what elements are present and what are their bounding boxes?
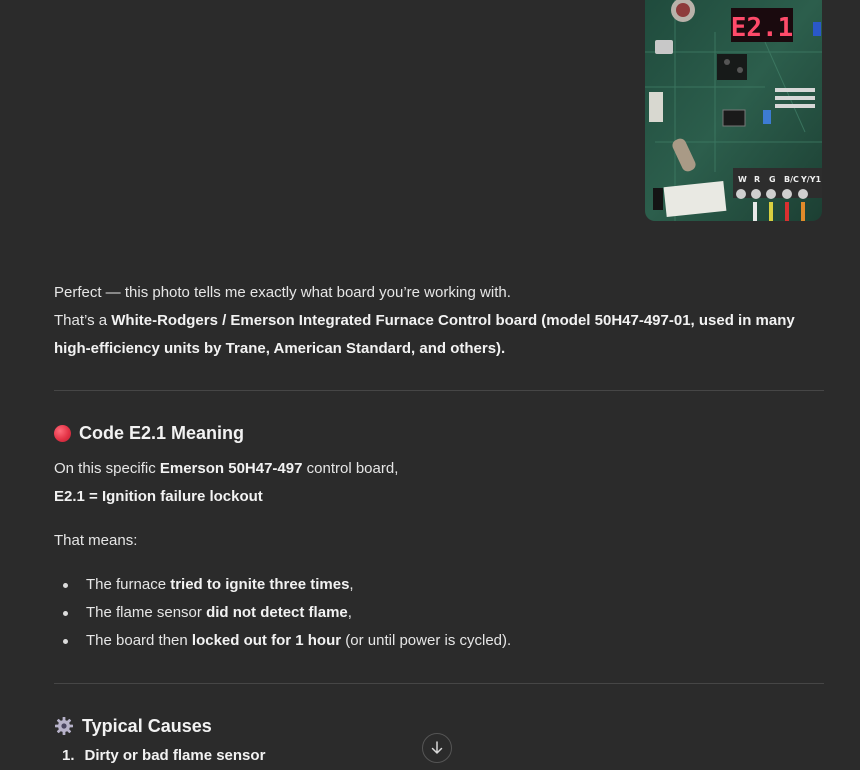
bullet-text: , bbox=[349, 576, 354, 593]
list-item: The furnace tried to ignite three times, bbox=[54, 571, 824, 599]
red-circle-icon bbox=[54, 424, 71, 442]
code-line: E2.1 = Ignition failure lockout bbox=[54, 483, 824, 511]
code-line-text: E2.1 = Ignition failure lockout bbox=[54, 488, 263, 505]
board-line-model: Emerson 50H47-497 bbox=[159, 460, 303, 477]
intro-line-2: That’s a White-Rodgers / Emerson Integra… bbox=[54, 307, 824, 363]
board-line-prefix: On this specific bbox=[54, 460, 160, 477]
board-display-code: E2.1 bbox=[731, 13, 794, 43]
bullet-text: The flame sensor bbox=[86, 604, 207, 621]
scroll-to-bottom-button[interactable] bbox=[422, 733, 452, 763]
arrow-down-icon bbox=[431, 741, 443, 754]
terminal-label: G bbox=[769, 175, 776, 184]
bullet-text: , bbox=[347, 604, 352, 621]
cause-text: Dirty or bad flame sensor bbox=[84, 747, 266, 764]
bullet-bold: locked out for 1 hour bbox=[191, 632, 342, 649]
assistant-message: Perfect — this photo tells me exactly wh… bbox=[54, 279, 824, 768]
terminal-label: W bbox=[738, 175, 747, 184]
list-item: The flame sensor did not detect flame, bbox=[54, 599, 824, 627]
bullet-bold: did not detect flame bbox=[206, 604, 348, 621]
that-means-text: That means: bbox=[54, 532, 138, 549]
board-line-suffix: control board, bbox=[302, 460, 399, 477]
section-heading-text: Code E2.1 Meaning bbox=[79, 423, 245, 443]
chat-page: E2.1 W R G B/C Y/Y1 Perfect — this photo… bbox=[0, 0, 860, 770]
meaning-bullet-list: The furnace tried to ignite three times,… bbox=[54, 571, 824, 655]
board-line: On this specific Emerson 50H47-497 contr… bbox=[54, 455, 824, 483]
section-heading-code-meaning: Code E2.1 Meaning bbox=[54, 419, 824, 447]
bullet-text: (or until power is cycled). bbox=[341, 632, 512, 649]
terminal-label: R bbox=[754, 175, 760, 184]
attached-board-photo[interactable]: E2.1 W R G B/C Y/Y1 bbox=[645, 0, 822, 221]
terminal-label: B/C bbox=[784, 175, 799, 184]
board-model-text: White-Rodgers / Emerson Integrated Furna… bbox=[54, 312, 795, 357]
intro-line-2-prefix: That’s a bbox=[54, 312, 112, 329]
list-item: The board then locked out for 1 hour (or… bbox=[54, 627, 824, 655]
gear-icon bbox=[54, 716, 74, 736]
section-heading-text: Typical Causes bbox=[82, 716, 212, 736]
intro-line-1: Perfect — this photo tells me exactly wh… bbox=[54, 284, 511, 301]
list-number: 1. bbox=[62, 747, 75, 764]
terminal-label: Y/Y1 bbox=[800, 175, 822, 184]
bullet-text: The furnace bbox=[86, 576, 171, 593]
bullet-bold: tried to ignite three times bbox=[170, 576, 350, 593]
board-photo-image: E2.1 W R G B/C Y/Y1 bbox=[645, 0, 822, 221]
bullet-text: The board then bbox=[86, 632, 192, 649]
